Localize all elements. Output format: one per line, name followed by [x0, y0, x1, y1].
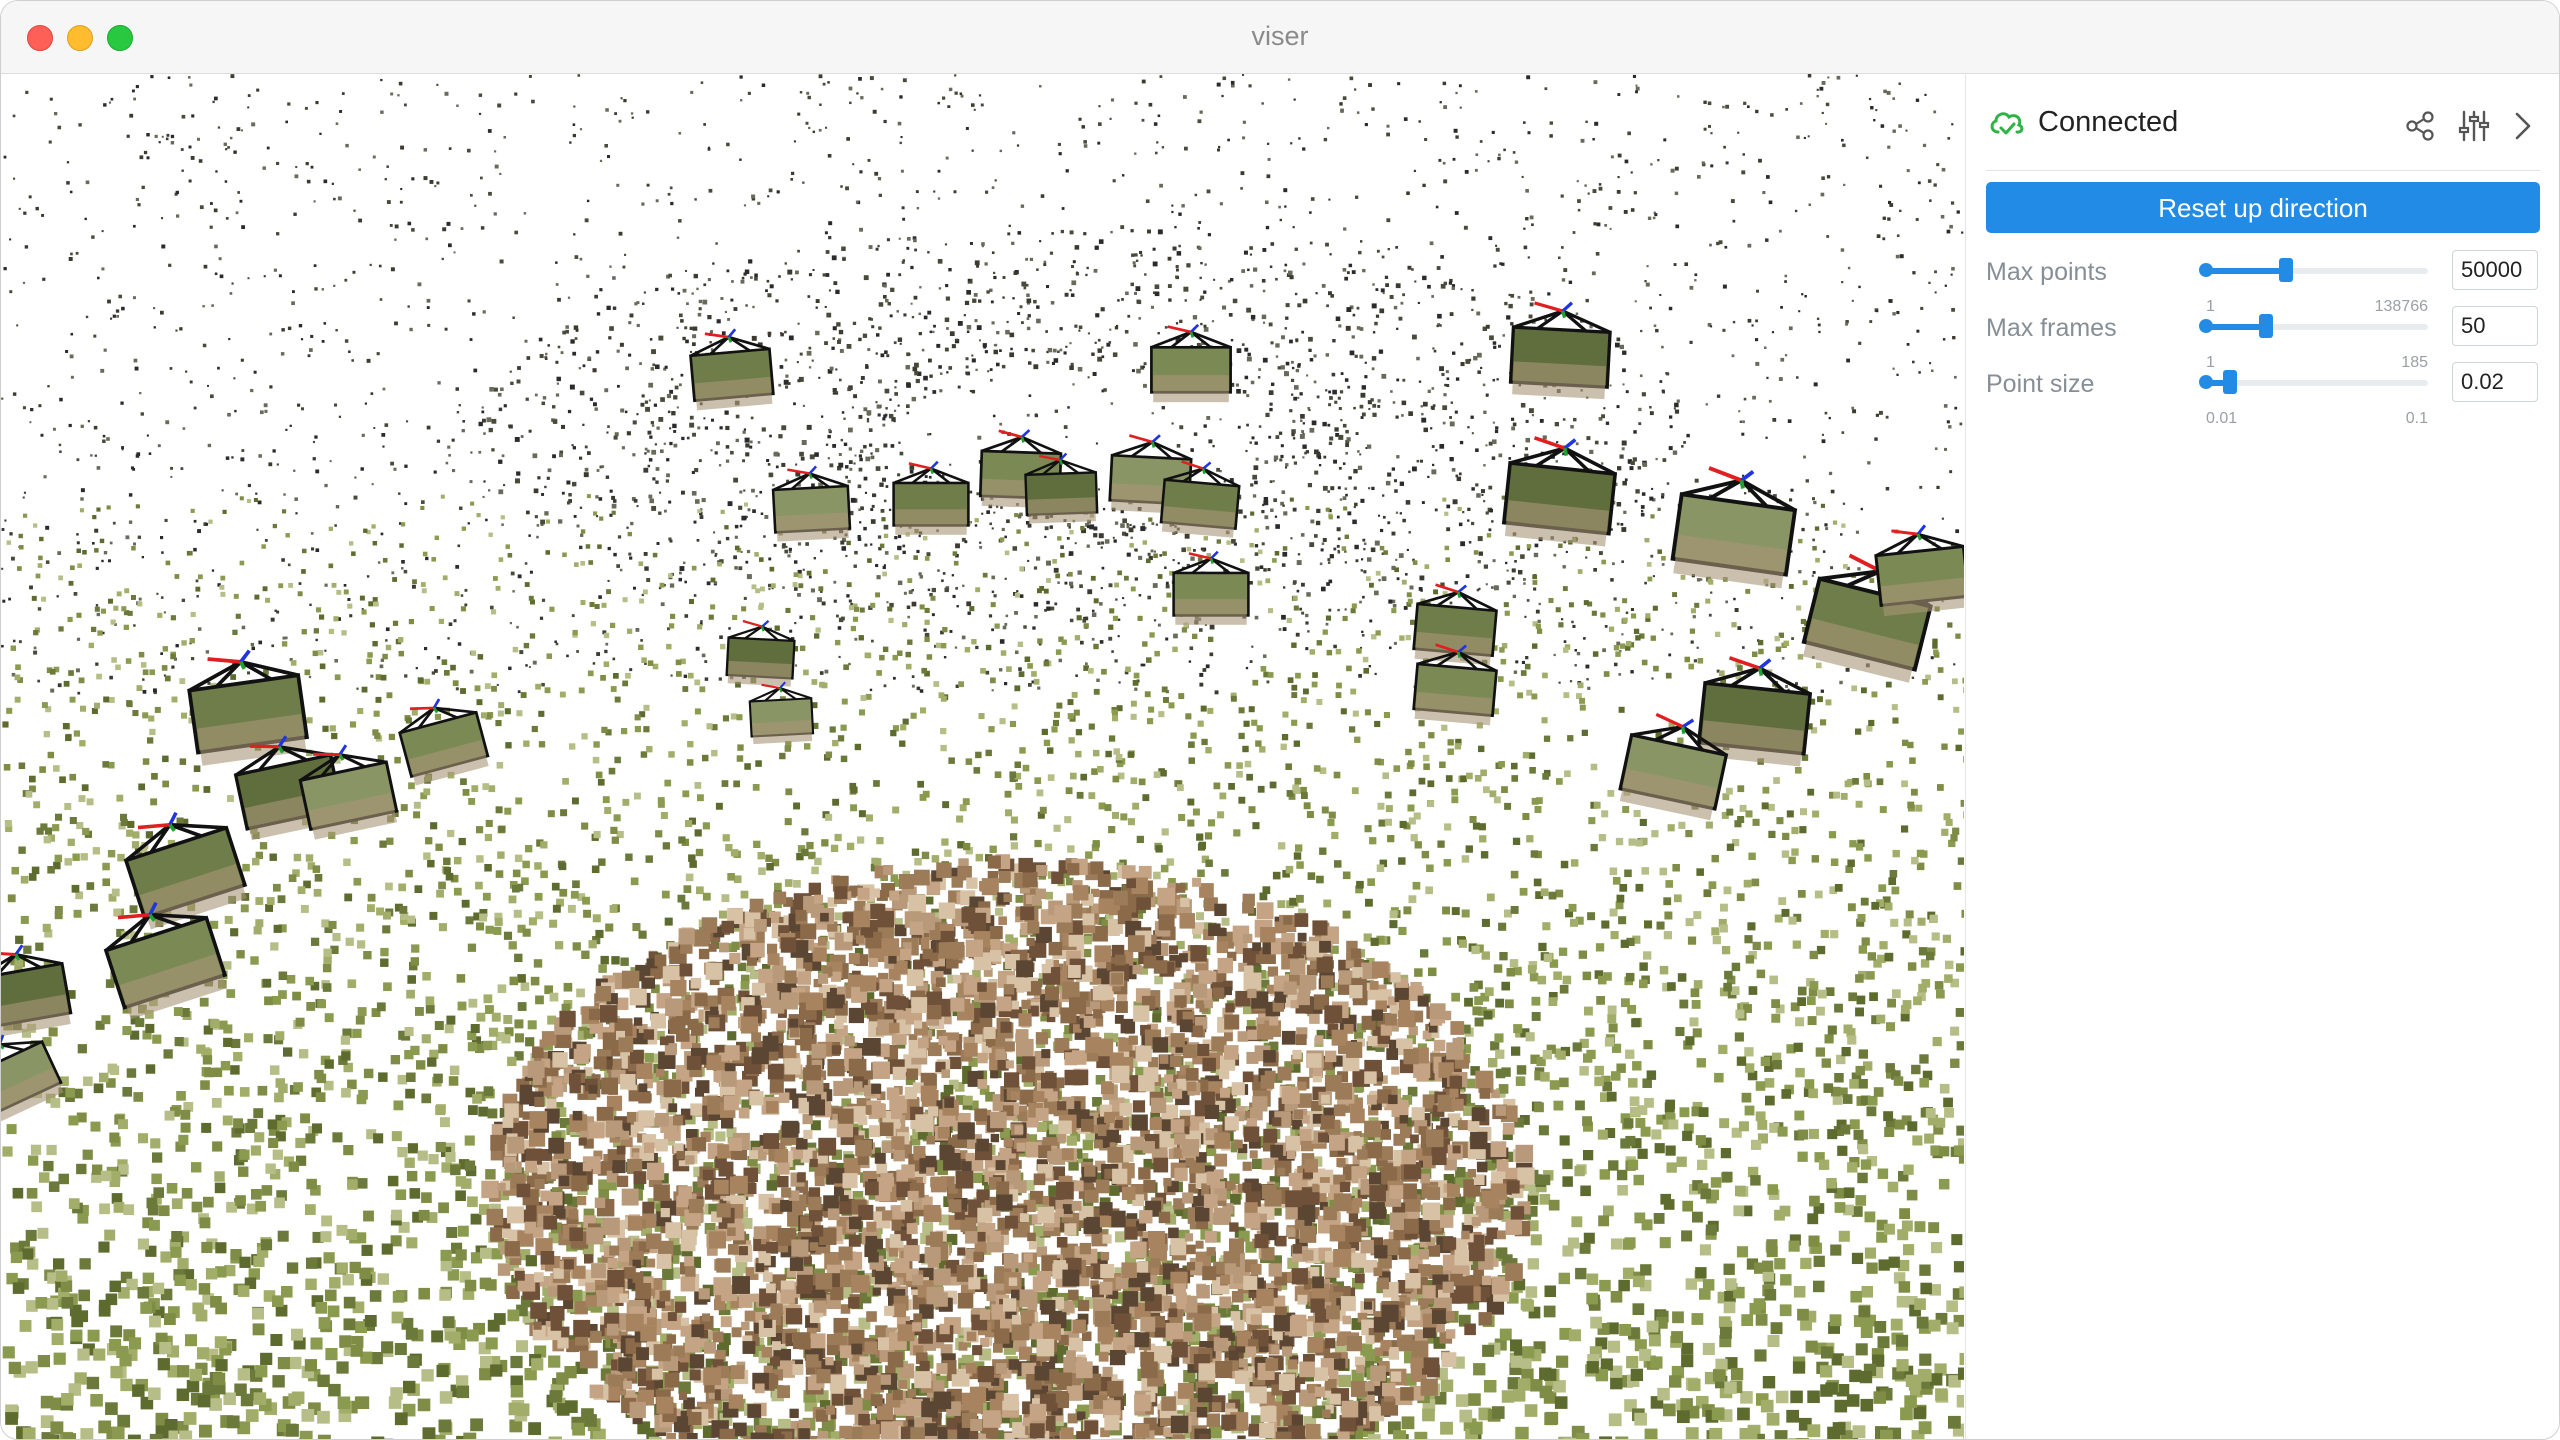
camera-frustum[interactable]	[1, 939, 73, 1039]
share-icon[interactable]	[2402, 108, 2438, 144]
panel-header: Connected	[1986, 98, 2540, 171]
control-panel: Connected Reset up direction Max points	[1965, 74, 2559, 1439]
title-bar: viser	[1, 1, 2559, 74]
window-title: viser	[1251, 21, 1309, 51]
slider-start-mark	[2199, 319, 2213, 333]
camera-frustum[interactable]	[892, 460, 970, 535]
camera-frustum[interactable]	[1873, 522, 1964, 617]
camera-frustum[interactable]	[771, 465, 852, 542]
slider-fill	[2206, 268, 2286, 274]
slider-start-mark	[2199, 263, 2213, 277]
sliders-icon[interactable]	[2456, 108, 2492, 144]
camera-frustum[interactable]	[394, 691, 491, 786]
point-size-label: Point size	[1986, 370, 2095, 398]
point-cloud-scene[interactable]	[1, 74, 1964, 1439]
max-points-input[interactable]: 50000	[2452, 250, 2538, 290]
camera-frustum[interactable]	[1150, 323, 1232, 403]
connection-status: Connected	[2038, 106, 2179, 138]
slider-max-label: 0.1	[2405, 410, 2428, 427]
camera-frustum[interactable]	[1696, 653, 1813, 767]
max-frames-label: Max frames	[1986, 314, 2117, 342]
camera-frustum[interactable]	[689, 326, 775, 411]
max-frames-input[interactable]: 50	[2452, 306, 2538, 346]
reset-up-direction-button[interactable]: Reset up direction	[1986, 182, 2540, 233]
slider-thumb[interactable]	[2258, 314, 2273, 338]
camera-frustum[interactable]	[1501, 433, 1618, 547]
3d-viewport[interactable]	[1, 74, 1964, 1439]
camera-frustum[interactable]	[1172, 550, 1250, 625]
slider-fill	[2206, 324, 2266, 330]
max-points-label: Max points	[1986, 258, 2107, 286]
camera-frustum[interactable]	[1670, 462, 1800, 589]
slider-thumb[interactable]	[2223, 370, 2238, 394]
max-points-slider[interactable]: 1 138766	[2199, 258, 2428, 315]
slider-start-mark	[2199, 375, 2213, 389]
camera-frustum[interactable]	[748, 681, 815, 745]
point-size-control: Point size 0.01 0.1 0.02	[1986, 362, 2540, 427]
camera-frustum[interactable]	[1, 1021, 65, 1125]
cloud-check-icon	[1990, 112, 2024, 135]
app-window: viser Connected Reset up direction Max p…	[0, 0, 2560, 1440]
max-frames-control: Max frames 1 185 50	[1986, 306, 2540, 371]
camera-frustum[interactable]	[725, 619, 796, 687]
max-frames-slider[interactable]: 1 185	[2199, 314, 2428, 371]
point-size-slider[interactable]: 0.01 0.1	[2199, 370, 2428, 427]
camera-frustum[interactable]	[1508, 300, 1612, 400]
slider-thumb[interactable]	[2278, 258, 2293, 282]
max-points-control: Max points 1 138766 50000	[1986, 250, 2540, 315]
point-size-input[interactable]: 0.02	[2452, 362, 2538, 402]
chevron-right-icon[interactable]	[2504, 108, 2540, 144]
slider-min-label: 0.01	[2206, 410, 2238, 427]
